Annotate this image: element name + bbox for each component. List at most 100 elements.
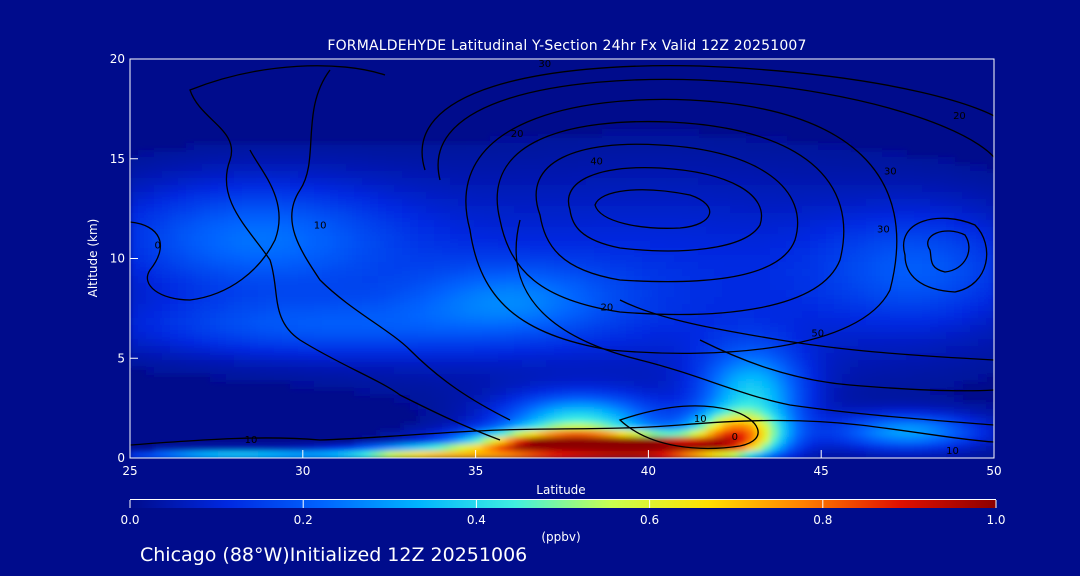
- field-cell: [834, 395, 843, 403]
- field-cell: [954, 332, 963, 340]
- field-cell: [938, 409, 947, 417]
- field-cell: [538, 444, 547, 452]
- field-cell: [258, 269, 267, 277]
- field-cell: [970, 304, 979, 312]
- field-cell: [194, 255, 203, 263]
- field-cell: [546, 381, 555, 389]
- field-cell: [946, 213, 955, 221]
- field-cell: [466, 402, 475, 410]
- field-cell: [898, 192, 907, 200]
- field-cell: [754, 297, 763, 305]
- field-cell: [490, 164, 499, 172]
- field-cell: [914, 248, 923, 256]
- field-cell: [786, 353, 795, 361]
- field-cell: [890, 402, 899, 410]
- field-cell: [978, 430, 987, 438]
- field-cell: [498, 374, 507, 382]
- field-cell: [794, 241, 803, 249]
- field-cell: [858, 437, 867, 445]
- field-cell: [610, 171, 619, 179]
- field-cell: [674, 325, 683, 333]
- field-cell: [850, 395, 859, 403]
- field-cell: [282, 353, 291, 361]
- field-cell: [770, 227, 779, 235]
- field-cell: [506, 374, 515, 382]
- field-cell: [386, 318, 395, 326]
- field-cell: [802, 227, 811, 235]
- field-cell: [234, 311, 243, 319]
- field-cell: [754, 150, 763, 158]
- field-cell: [826, 255, 835, 263]
- field-cell: [442, 255, 451, 263]
- field-cell: [466, 143, 475, 151]
- field-cell: [482, 444, 491, 452]
- field-cell: [874, 325, 883, 333]
- field-cell: [850, 185, 859, 193]
- field-cell: [170, 220, 179, 228]
- colorbar-tick-label: 0.4: [467, 513, 486, 527]
- field-cell: [754, 157, 763, 165]
- field-cell: [498, 248, 507, 256]
- field-cell: [450, 325, 459, 333]
- field-cell: [802, 311, 811, 319]
- field-cell: [938, 220, 947, 228]
- field-cell: [794, 430, 803, 438]
- field-cell: [178, 304, 187, 312]
- field-cell: [130, 276, 139, 284]
- field-cell: [474, 374, 483, 382]
- field-cell: [514, 157, 523, 165]
- field-cell: [770, 290, 779, 298]
- field-cell: [458, 269, 467, 277]
- field-cell: [282, 360, 291, 368]
- field-cell: [202, 255, 211, 263]
- field-cell: [938, 297, 947, 305]
- field-cell: [794, 437, 803, 445]
- field-cell: [234, 269, 243, 277]
- field-cell: [442, 213, 451, 221]
- field-cell: [810, 297, 819, 305]
- field-cell: [866, 409, 875, 417]
- field-cell: [962, 178, 971, 186]
- field-cell: [554, 388, 563, 396]
- field-cell: [690, 430, 699, 438]
- field-cell: [818, 255, 827, 263]
- field-cell: [490, 241, 499, 249]
- field-cell: [186, 311, 195, 319]
- field-cell: [202, 304, 211, 312]
- field-cell: [978, 248, 987, 256]
- field-cell: [434, 255, 443, 263]
- field-cell: [682, 136, 691, 144]
- field-cell: [354, 381, 363, 389]
- field-cell: [586, 290, 595, 298]
- field-cell: [650, 430, 659, 438]
- field-cell: [410, 220, 419, 228]
- field-cell: [634, 171, 643, 179]
- field-cell: [610, 199, 619, 207]
- field-cell: [218, 220, 227, 228]
- field-cell: [314, 206, 323, 214]
- field-cell: [354, 220, 363, 228]
- field-cell: [362, 150, 371, 158]
- field-cell: [762, 311, 771, 319]
- field-cell: [506, 185, 515, 193]
- field-cell: [786, 395, 795, 403]
- field-cell: [138, 192, 147, 200]
- field-cell: [842, 367, 851, 375]
- field-cell: [482, 381, 491, 389]
- field-cell: [546, 353, 555, 361]
- field-cell: [834, 269, 843, 277]
- field-cell: [554, 423, 563, 431]
- field-cell: [330, 269, 339, 277]
- field-cell: [138, 311, 147, 319]
- field-cell: [474, 143, 483, 151]
- field-cell: [218, 297, 227, 305]
- field-cell: [370, 311, 379, 319]
- field-cell: [266, 164, 275, 172]
- field-cell: [234, 178, 243, 186]
- field-cell: [810, 171, 819, 179]
- field-cell: [698, 304, 707, 312]
- field-cell: [346, 220, 355, 228]
- field-cell: [682, 409, 691, 417]
- field-cell: [330, 339, 339, 347]
- field-cell: [618, 290, 627, 298]
